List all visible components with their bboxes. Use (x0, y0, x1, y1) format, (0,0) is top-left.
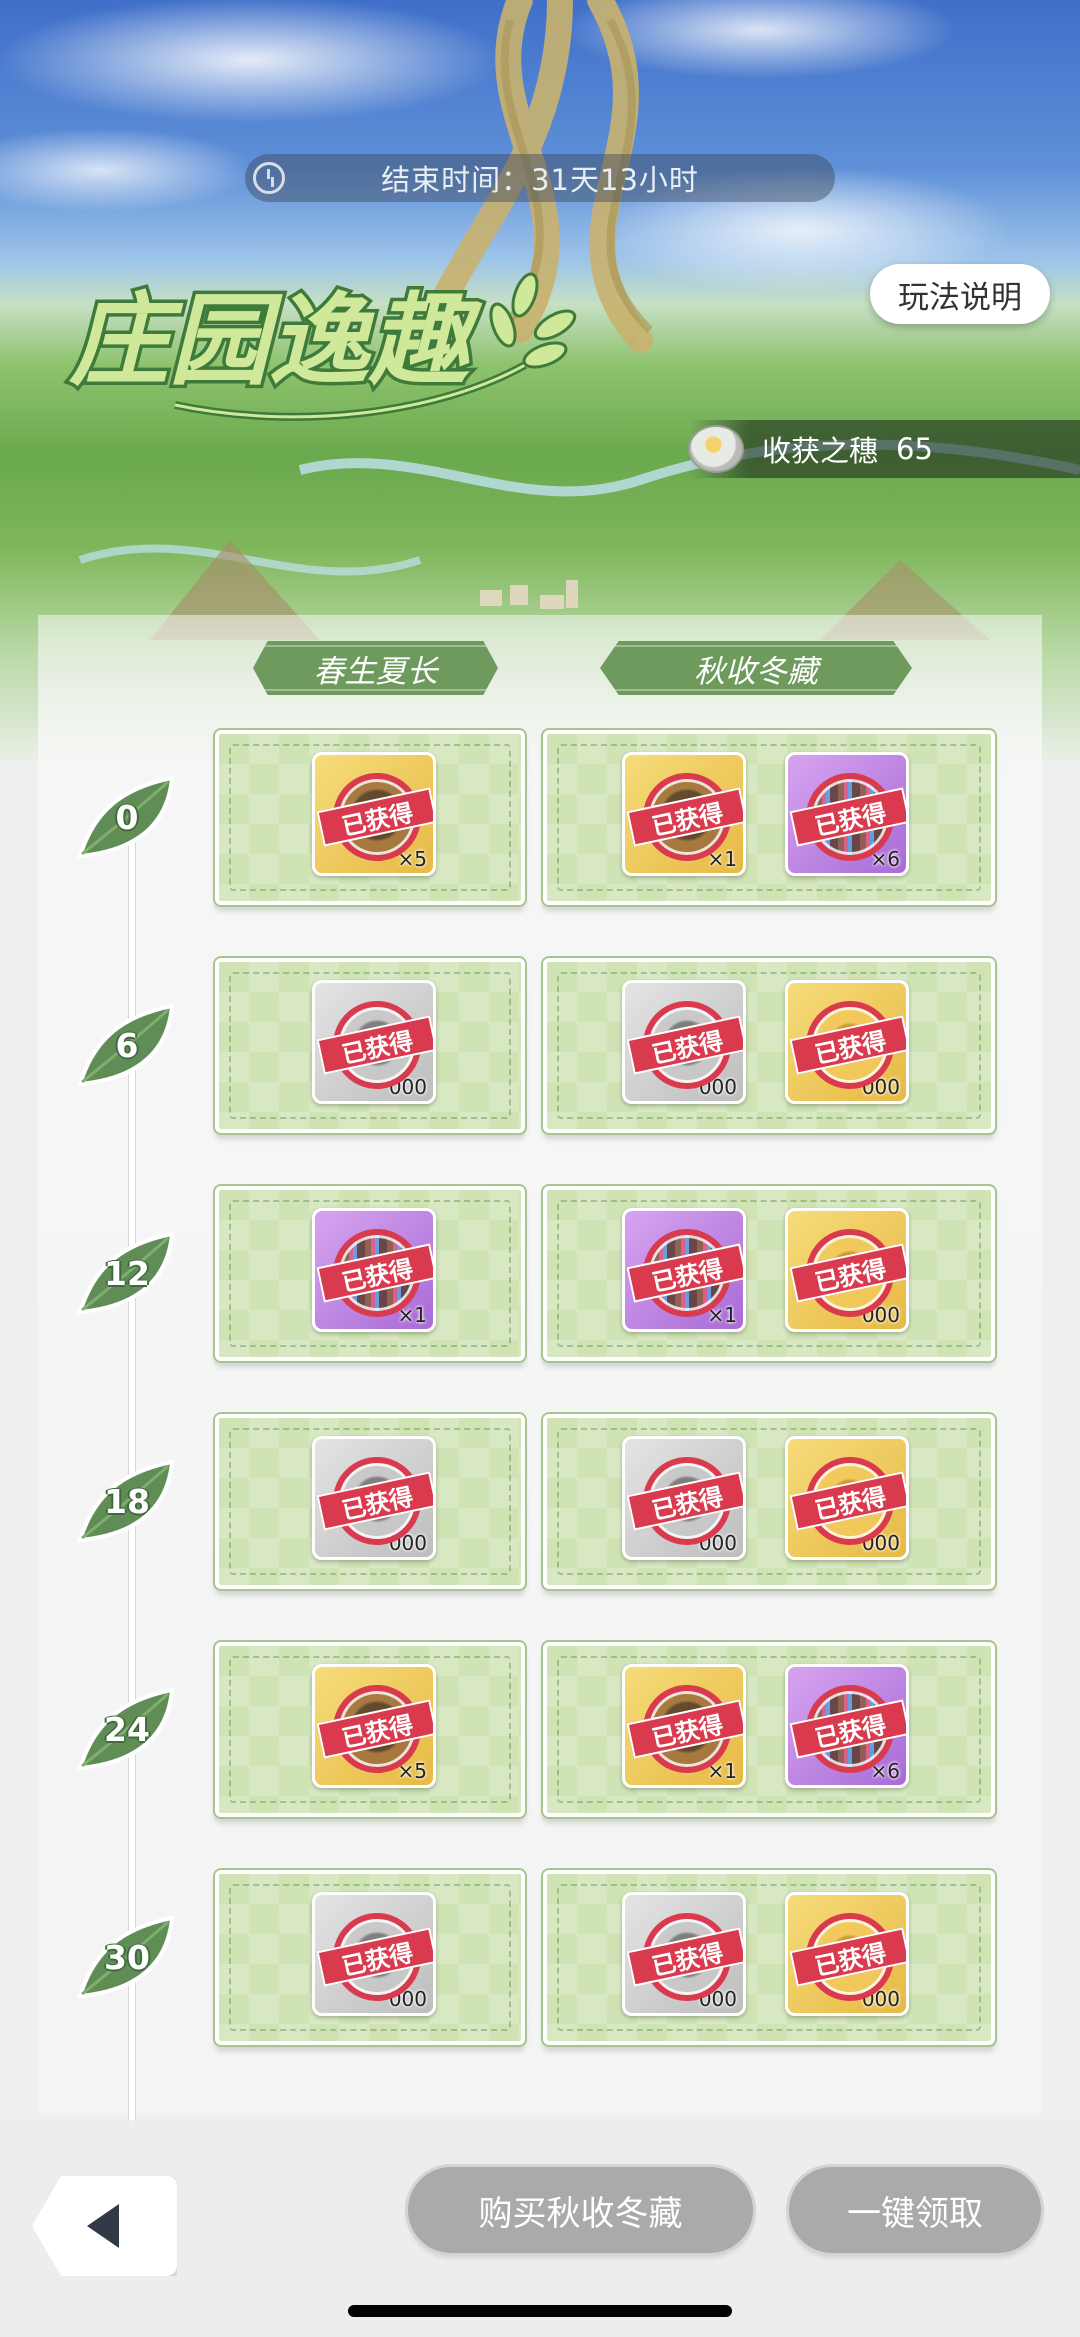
clock-icon (253, 162, 285, 194)
reward-item[interactable]: 000 已获得 (312, 1436, 436, 1560)
reward-item[interactable]: 000 已获得 (622, 980, 746, 1104)
level-leaf-icon: 0 (72, 770, 182, 865)
reward-item[interactable]: 000 已获得 (622, 1892, 746, 2016)
premium-reward-ticket (543, 958, 995, 1133)
reward-item[interactable]: 000 已获得 (785, 980, 909, 1104)
claimed-stamp: 已获得 (789, 1457, 906, 1547)
claimed-stamp: 已获得 (316, 1457, 433, 1547)
reward-row[interactable]: 18 000 已获得 000 已获得 000 已获得 (0, 1414, 1080, 1604)
reward-item[interactable]: ×5 已获得 (312, 752, 436, 876)
reward-item[interactable]: 000 已获得 (312, 980, 436, 1104)
reward-item[interactable]: ×6 已获得 (785, 752, 909, 876)
event-timer: 结束时间：31天13小时 (245, 154, 835, 202)
currency-value: 65 (896, 432, 933, 466)
claimed-stamp: 已获得 (316, 1229, 433, 1319)
currency-display: 收获之穗 65 (688, 420, 1080, 478)
claimed-stamp: 已获得 (626, 1229, 743, 1319)
level-leaf-icon: 24 (72, 1682, 182, 1777)
reward-row[interactable]: 12 ×1 已获得 ×1 已获得 000 已获得 (0, 1186, 1080, 1376)
level-number: 6 (115, 1026, 139, 1065)
claimed-stamp: 已获得 (316, 1913, 433, 2003)
level-leaf-icon: 6 (72, 998, 182, 1093)
reward-item[interactable]: ×1 已获得 (622, 752, 746, 876)
reward-row[interactable]: 6 000 已获得 000 已获得 000 已获得 (0, 958, 1080, 1148)
premium-reward-ticket (543, 1870, 995, 2045)
premium-reward-ticket (543, 1186, 995, 1361)
level-leaf-icon: 18 (72, 1454, 182, 1549)
timer-text: 结束时间：31天13小时 (381, 163, 699, 197)
level-number: 12 (104, 1254, 150, 1293)
svg-text:庄园逸趣: 庄园逸趣 (68, 282, 483, 399)
currency-label: 收获之穗 (762, 434, 879, 468)
reward-row[interactable]: 24 ×5 已获得 ×1 已获得 ×6 已获得 (0, 1642, 1080, 1832)
home-indicator (348, 2305, 732, 2317)
claimed-stamp: 已获得 (789, 1685, 906, 1775)
level-number: 0 (115, 798, 139, 837)
reward-item[interactable]: ×6 已获得 (785, 1664, 909, 1788)
reward-item[interactable]: 000 已获得 (312, 1892, 436, 2016)
premium-track-header: 秋收冬藏 (600, 641, 912, 695)
wheat-icon (489, 272, 577, 369)
claimed-stamp: 已获得 (789, 1001, 906, 1091)
rules-button[interactable]: 玩法说明 (870, 264, 1050, 324)
claimed-stamp: 已获得 (626, 1457, 743, 1547)
claim-all-button[interactable]: 一键领取 (789, 2167, 1041, 2253)
claimed-stamp: 已获得 (626, 1685, 743, 1775)
reward-row[interactable]: 30 000 已获得 000 已获得 000 已获得 (0, 1870, 1080, 2060)
level-number: 18 (104, 1482, 150, 1521)
back-arrow-icon (87, 2204, 119, 2248)
reward-item[interactable]: ×1 已获得 (622, 1664, 746, 1788)
premium-reward-ticket (543, 730, 995, 905)
event-logo: 庄园逸趣 (55, 255, 615, 455)
claimed-stamp: 已获得 (316, 1685, 433, 1775)
claimed-stamp: 已获得 (316, 1001, 433, 1091)
claimed-stamp: 已获得 (626, 1001, 743, 1091)
reward-item[interactable]: 000 已获得 (785, 1892, 909, 2016)
claimed-stamp: 已获得 (626, 1913, 743, 2003)
reward-item[interactable]: 000 已获得 (785, 1208, 909, 1332)
level-number: 30 (104, 1938, 150, 1977)
claimed-stamp: 已获得 (789, 1913, 906, 2003)
claimed-stamp: 已获得 (789, 1229, 906, 1319)
claimed-stamp: 已获得 (789, 773, 906, 863)
level-leaf-icon: 12 (72, 1226, 182, 1321)
claimed-stamp: 已获得 (626, 773, 743, 863)
buy-premium-button[interactable]: 购买秋收冬藏 (408, 2167, 753, 2253)
reward-item[interactable]: ×5 已获得 (312, 1664, 436, 1788)
premium-reward-ticket (543, 1642, 995, 1817)
reward-item[interactable]: ×1 已获得 (622, 1208, 746, 1332)
premium-reward-ticket (543, 1414, 995, 1589)
level-number: 24 (104, 1710, 150, 1749)
back-button[interactable] (32, 2176, 177, 2276)
reward-item[interactable]: 000 已获得 (622, 1436, 746, 1560)
reward-item[interactable]: ×1 已获得 (312, 1208, 436, 1332)
level-leaf-icon: 30 (72, 1910, 182, 2005)
free-track-header: 春生夏长 (253, 641, 498, 695)
reward-item[interactable]: 000 已获得 (785, 1436, 909, 1560)
wheat-coin-icon (688, 425, 744, 473)
reward-row[interactable]: 0 ×5 已获得 ×1 已获得 ×6 已获得 (0, 730, 1080, 920)
claimed-stamp: 已获得 (316, 773, 433, 863)
